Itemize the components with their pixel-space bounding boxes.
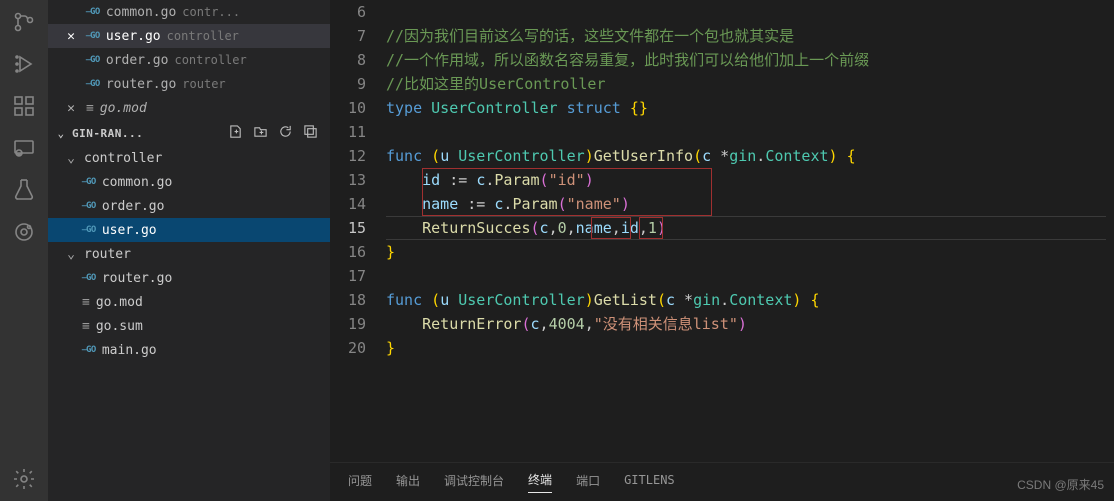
go-file-icon: ⎯GO <box>82 225 96 235</box>
lines-file-icon: ≡ <box>82 319 90 334</box>
open-editor-order[interactable]: ⎯GO order.go controller <box>48 48 330 72</box>
panel-tab-output[interactable]: 输出 <box>396 472 420 493</box>
code-editor[interactable]: 6 7 8 9 10 11 12 13 14 15 16 17 18 19 20… <box>330 0 1114 462</box>
folder-router[interactable]: ⌄ router <box>48 242 330 266</box>
source-control-icon[interactable] <box>10 8 38 36</box>
panel-tab-problems[interactable]: 问题 <box>348 472 372 493</box>
project-name: GIN-RAN... <box>72 127 224 140</box>
chevron-down-icon: ⌄ <box>64 151 78 166</box>
go-file-icon: ⎯GO <box>82 273 96 283</box>
editor-filename: go.mod <box>100 101 147 116</box>
open-editor-user[interactable]: ✕ ⎯GO user.go controller <box>48 24 330 48</box>
go-file-icon: ⎯GO <box>86 55 100 65</box>
file-label: router.go <box>102 271 172 286</box>
editor-dir: controller <box>167 29 239 43</box>
file-main-go[interactable]: ⎯GO main.go <box>48 338 330 362</box>
editor-area: 6 7 8 9 10 11 12 13 14 15 16 17 18 19 20… <box>330 0 1114 501</box>
ai-icon[interactable] <box>10 218 38 246</box>
file-router-go[interactable]: ⎯GO router.go <box>48 266 330 290</box>
settings-gear-icon[interactable] <box>10 465 38 493</box>
run-debug-icon[interactable] <box>10 50 38 78</box>
new-file-icon[interactable] <box>228 124 243 142</box>
go-file-icon: ⎯GO <box>82 201 96 211</box>
go-file-icon: ⎯GO <box>86 31 100 41</box>
editor-filename: user.go <box>106 29 161 44</box>
file-tree: ⌄ controller ⎯GO common.go ⎯GO order.go … <box>48 146 330 362</box>
editor-filename: common.go <box>106 5 176 20</box>
editor-filename: router.go <box>106 77 176 92</box>
open-editors-section: ⎯GO common.go contr... ✕ ⎯GO user.go con… <box>48 0 330 120</box>
panel-tab-debug[interactable]: 调试控制台 <box>444 472 504 493</box>
go-file-icon: ⎯GO <box>86 7 100 17</box>
refresh-icon[interactable] <box>278 124 293 142</box>
sidebar: ⎯GO common.go contr... ✕ ⎯GO user.go con… <box>48 0 330 501</box>
extensions-icon[interactable] <box>10 92 38 120</box>
editor-dir: router <box>182 77 225 91</box>
folder-label: router <box>84 247 131 262</box>
go-file-icon: ⎯GO <box>82 177 96 187</box>
chevron-down-icon: ⌄ <box>64 247 78 262</box>
file-go-sum[interactable]: ≡ go.sum <box>48 314 330 338</box>
open-editor-gomod[interactable]: ✕ ≡ go.mod <box>48 96 330 120</box>
folder-label: controller <box>84 151 162 166</box>
file-common-go[interactable]: ⎯GO common.go <box>48 170 330 194</box>
watermark: CSDN @原来45 <box>1017 476 1104 493</box>
close-icon[interactable]: ✕ <box>64 29 78 44</box>
file-label: go.sum <box>96 319 143 334</box>
open-editor-common[interactable]: ⎯GO common.go contr... <box>48 0 330 24</box>
file-order-go[interactable]: ⎯GO order.go <box>48 194 330 218</box>
lines-file-icon: ≡ <box>86 101 94 116</box>
collapse-all-icon[interactable] <box>303 124 318 142</box>
activity-bar <box>0 0 48 501</box>
lines-file-icon: ≡ <box>82 295 90 310</box>
panel-tab-terminal[interactable]: 终端 <box>528 471 552 493</box>
remote-icon[interactable] <box>10 134 38 162</box>
chevron-down-icon: ⌄ <box>54 127 68 140</box>
file-label: user.go <box>102 223 157 238</box>
file-go-mod[interactable]: ≡ go.mod <box>48 290 330 314</box>
tree-header[interactable]: ⌄ GIN-RAN... <box>48 120 330 146</box>
testing-icon[interactable] <box>10 176 38 204</box>
panel-tab-gitlens[interactable]: GITLENS <box>624 473 675 491</box>
file-label: order.go <box>102 199 165 214</box>
line-gutter: 6 7 8 9 10 11 12 13 14 15 16 17 18 19 20 <box>330 0 386 462</box>
file-label: main.go <box>102 343 157 358</box>
editor-dir: controller <box>174 53 246 67</box>
new-folder-icon[interactable] <box>253 124 268 142</box>
code-content[interactable]: //因为我们目前这么写的话，这些文件都在一个包也就其实是 //一个作用域，所以函… <box>386 0 1114 462</box>
go-file-icon: ⎯GO <box>82 345 96 355</box>
folder-controller[interactable]: ⌄ controller <box>48 146 330 170</box>
go-file-icon: ⎯GO <box>86 79 100 89</box>
file-label: go.mod <box>96 295 143 310</box>
panel-tabs: 问题 输出 调试控制台 终端 端口 GITLENS <box>330 462 1114 501</box>
open-editor-router[interactable]: ⎯GO router.go router <box>48 72 330 96</box>
file-label: common.go <box>102 175 172 190</box>
editor-dir: contr... <box>182 5 240 19</box>
close-icon[interactable]: ✕ <box>64 101 78 116</box>
panel-tab-ports[interactable]: 端口 <box>576 472 600 493</box>
editor-filename: order.go <box>106 53 169 68</box>
file-user-go[interactable]: ⎯GO user.go <box>48 218 330 242</box>
